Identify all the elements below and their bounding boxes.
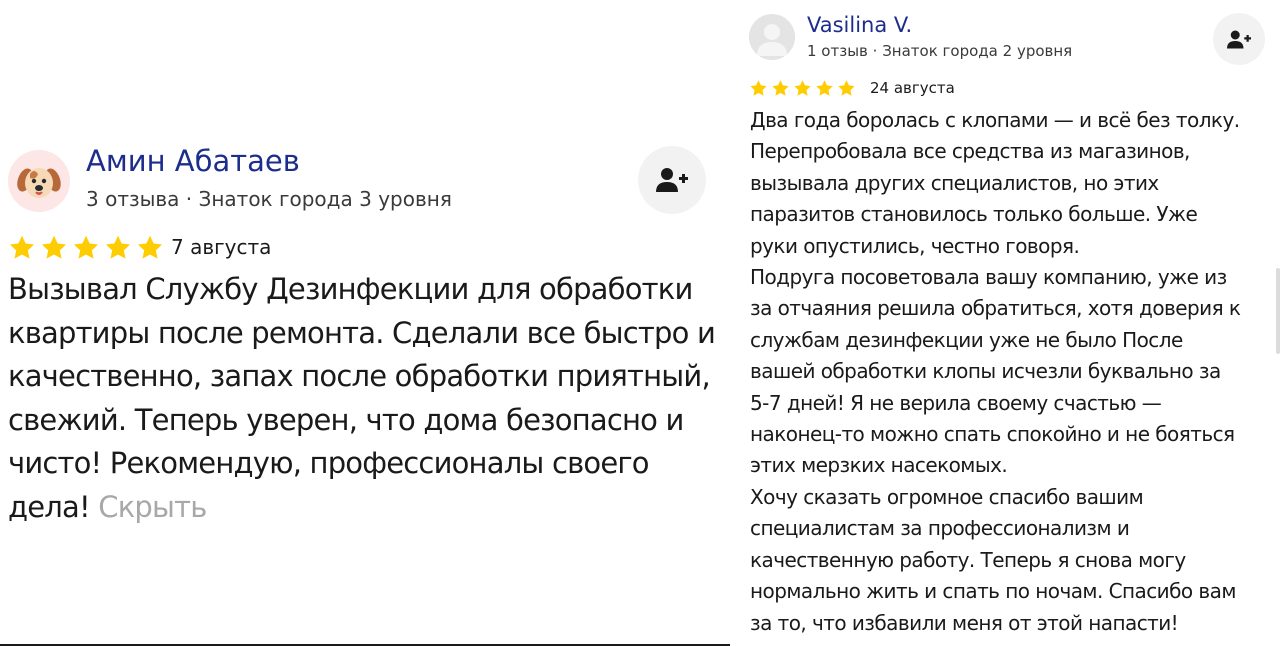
review-text-line: 5-7 дней! Я не верила своему счастью — [750,390,1162,415]
add-user-icon [656,168,688,192]
star-icon [105,235,131,259]
review-text-line: Перепробовала все средства из магазинов, [750,139,1190,164]
review-text-line: этих мерзких насекомых. [750,453,1008,478]
subscribe-button[interactable] [1213,13,1265,65]
review-text-line: Подруга посоветовала вашу компанию, уже … [750,265,1227,290]
author-meta: 3 отзыва · Знаток города 3 уровня [86,187,452,211]
author-name[interactable]: Амин Абатаев [86,144,300,178]
star-icon [750,80,767,96]
review-text-line: нормально жить и спать по ночам. Спасибо… [750,579,1236,604]
review-text-line: свежий. Теперь уверен, что дома безопасн… [8,402,684,437]
hide-review-link[interactable]: Скрыть [98,490,207,524]
review-text-line: качественную работу. Теперь я снова могу [750,547,1186,572]
review-text-line: вашей обработки клопы исчезли буквально … [750,359,1221,384]
review-text-line: вызывала других специалистов, но этих [750,170,1159,195]
review-text-line: Хочу сказать огромное спасибо вашим [750,484,1144,509]
rating-stars [8,234,164,262]
default-user-avatar-icon[interactable] [749,14,795,60]
star-icon [772,80,789,96]
review-text-line: качественно, запах после обработки прият… [8,359,711,393]
review-text-line: за то, что избавили меня от этой напасти… [750,610,1179,635]
review-text-line: специалистам за профессионализм и [750,516,1130,541]
star-icon [137,235,163,259]
author-name[interactable]: Vasilina V. [807,13,912,37]
review-text-line: чисто! Рекомендую, профессионалы своего [8,446,650,480]
review-text-line: наконец-то можно спать спокойно и не боя… [750,422,1235,447]
review-date: 7 августа [171,235,272,259]
review-text-line: паразитов становилось только больше. Уже [750,202,1198,227]
review-text: Вызывал Службу Дезинфекции для обработки… [8,268,720,529]
author-meta: 1 отзыв · Знаток города 2 уровня [807,42,1073,60]
star-icon [41,235,67,259]
star-icon [73,235,99,259]
puppy-avatar-icon[interactable] [8,150,70,212]
star-icon [794,80,811,96]
review-text-line: дела! Скрыть [8,489,207,524]
subscribe-button[interactable] [638,146,706,214]
review-text-line: службам дезинфекции уже не было После [750,327,1183,352]
scrollbar-thumb[interactable] [1276,268,1280,354]
star-icon [838,80,855,96]
review-text-line: квартиры после ремонта. Сделали все быст… [8,315,716,350]
review-text-line: за отчаяния решила обратиться, хотя дове… [750,296,1241,321]
review-text-line: Два года боролась с клопами — и всё без … [750,108,1240,132]
review-text-line: Вызывал Службу Дезинфекции для обработки [8,272,693,306]
star-icon [816,80,833,96]
review-text-line: руки опустились, честно говоря. [750,233,1080,258]
rating-stars [749,79,856,98]
star-icon [9,235,35,259]
review-card-right: Vasilina V. 1 отзыв · Знаток города 2 ур… [740,0,1280,646]
review-date: 24 августа [870,79,955,97]
reviews-screenshot: Амин Абатаев 3 отзыва · Знаток города 3 … [0,0,1280,646]
review-card-left: Амин Абатаев 3 отзыва · Знаток города 3 … [0,0,730,644]
add-user-icon [1227,30,1251,48]
review-text: Два года боролась с клопами — и всё без … [750,105,1275,639]
